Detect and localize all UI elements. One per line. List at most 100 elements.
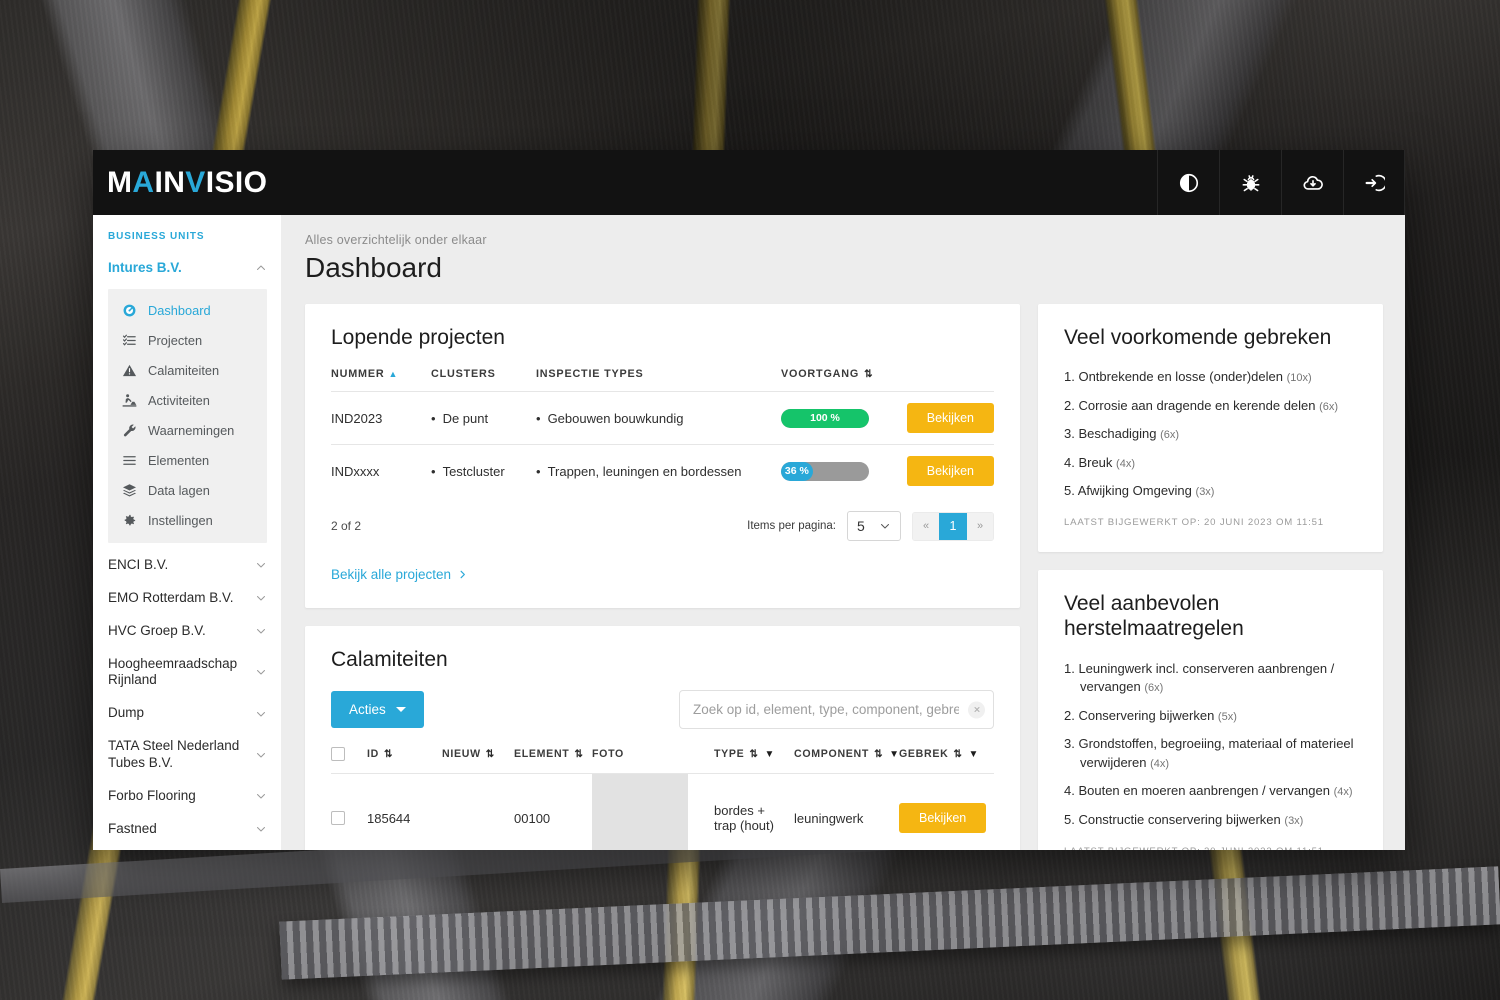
business-unit-item[interactable]: HVC Groep B.V. xyxy=(93,615,281,648)
defect-count: (6x) xyxy=(1319,400,1339,413)
cell-action: Bekijken xyxy=(884,445,994,498)
col-header-gebrek[interactable]: GEBREK ⇅ ▼ xyxy=(899,747,994,774)
view-calamiteit-button[interactable]: Bekijken xyxy=(899,803,987,833)
filter-icon[interactable]: ▼ xyxy=(969,749,980,760)
photo-thumbnail[interactable] xyxy=(592,774,688,850)
table-row[interactable]: 185644 00100 bordes + trap (hout) leunin… xyxy=(331,773,994,851)
top-bar-actions xyxy=(1157,150,1405,215)
common-defects-list: 1. Ontbrekende en losse (onder)delen (10… xyxy=(1064,368,1357,501)
sidebar-item-label: Projecten xyxy=(148,333,203,349)
cluster-label: De punt xyxy=(431,411,488,426)
cell-nummer: IND2023 xyxy=(331,410,383,426)
business-unit-item[interactable]: PWN xyxy=(93,846,281,850)
prev-page-button[interactable]: « xyxy=(913,512,939,540)
col-header-actions xyxy=(884,368,994,392)
download-button[interactable] xyxy=(1281,150,1343,215)
table-row[interactable]: IND2023 De punt Gebouwen bouwkundig 100 … xyxy=(331,391,994,445)
chevron-down-icon xyxy=(255,749,267,761)
sidebar-item-calamiteiten[interactable]: Calamiteiten xyxy=(108,356,267,386)
business-unit-item[interactable]: Fastned xyxy=(93,813,281,846)
last-updated-label: LAATST BIJGEWERKT OP: 20 JUNI 2023 OM 11… xyxy=(1064,517,1324,529)
col-label: ELEMENT xyxy=(514,748,570,760)
sidebar-item-data-lagen[interactable]: Data lagen xyxy=(108,476,267,506)
business-unit-item[interactable]: Hoogheemraadschap Rijnland xyxy=(93,648,281,698)
chevron-down-icon xyxy=(255,823,267,835)
view-project-button[interactable]: Bekijken xyxy=(906,456,994,486)
measure-text: 5. Constructie conservering bijwerken xyxy=(1064,811,1281,827)
col-header-nieuw[interactable]: NIEUW ⇅ xyxy=(442,747,514,774)
sidebar-nav-group: Dashboard Projecten Calamiteiten Activit… xyxy=(108,288,267,543)
col-header-inspectie-types[interactable]: INSPECTIE TYPES xyxy=(536,368,781,392)
sidebar-item-waarnemingen[interactable]: Waarnemingen xyxy=(108,416,267,446)
layers-icon xyxy=(122,483,137,498)
business-unit-item[interactable]: TATA Steel Nederland Tubes B.V. xyxy=(93,730,281,780)
measure-count: (4x) xyxy=(1333,786,1353,799)
next-page-button[interactable]: » xyxy=(967,512,993,540)
business-unit-item[interactable]: EMO Rotterdam B.V. xyxy=(93,582,281,615)
sidebar-item-label: Dashboard xyxy=(148,303,211,319)
col-label: INSPECTIE TYPES xyxy=(536,368,644,380)
progress-fill: 36 % xyxy=(781,461,813,481)
view-all-projects-link[interactable]: Bekijk alle projecten xyxy=(331,567,468,582)
business-unit-label: Forbo Flooring xyxy=(108,787,196,803)
col-header-nummer[interactable]: NUMMER ▲ xyxy=(331,368,431,392)
row-checkbox[interactable] xyxy=(331,811,345,825)
cell-gebrek-action: Bekijken xyxy=(899,774,994,851)
sidebar-item-dashboard[interactable]: Dashboard xyxy=(108,296,267,326)
business-unit-item[interactable]: Forbo Flooring xyxy=(93,780,281,813)
sidebar: BUSINESS UNITS Intures B.V. Dashboard Pr… xyxy=(93,215,281,850)
view-all-projects-label: Bekijk alle projecten xyxy=(331,567,452,582)
page-number-button[interactable]: 1 xyxy=(939,512,967,540)
contrast-toggle-button[interactable] xyxy=(1157,150,1219,215)
col-label: ID xyxy=(367,748,379,760)
measure-count: (3x) xyxy=(1284,814,1304,827)
search-input[interactable] xyxy=(679,690,994,729)
cell-component: leuningwerk xyxy=(794,810,864,826)
sidebar-item-instellingen[interactable]: Instellingen xyxy=(108,506,267,536)
chevron-down-icon xyxy=(255,790,267,802)
col-header-type[interactable]: TYPE ⇅ ▼ xyxy=(714,747,794,774)
col-header-id[interactable]: ID ⇅ xyxy=(367,747,442,774)
col-header-element[interactable]: ELEMENT ⇅ xyxy=(514,747,592,774)
col-label: NUMMER xyxy=(331,368,385,380)
chevron-down-icon xyxy=(255,625,267,637)
main-content: Alles overzichtelijk onder elkaar Dashbo… xyxy=(281,215,1405,850)
projects-header-row: NUMMER ▲ CLUSTERS INSPECTIE TYPES VOORTGA… xyxy=(331,368,994,392)
filter-icon[interactable]: ▼ xyxy=(765,749,776,760)
business-unit-item[interactable]: ENCI B.V. xyxy=(93,549,281,582)
cell-voortgang: 100 % xyxy=(781,392,884,445)
sidebar-item-label: Activiteiten xyxy=(148,393,210,409)
sort-both-icon: ⇅ xyxy=(749,749,759,760)
cloud-download-icon xyxy=(1302,172,1324,194)
col-header-component[interactable]: COMPONENT ⇅ ▼ xyxy=(794,747,899,774)
items-per-page-select[interactable]: 5 xyxy=(847,511,901,541)
col-header-select-all xyxy=(331,747,367,774)
report-bug-button[interactable] xyxy=(1219,150,1281,215)
cell-select xyxy=(331,774,367,851)
col-header-clusters[interactable]: CLUSTERS xyxy=(431,368,536,392)
progress-label: 100 % xyxy=(810,412,840,424)
select-all-checkbox[interactable] xyxy=(331,747,345,761)
table-row[interactable]: INDxxxx Testcluster Trappen, leuningen e… xyxy=(331,444,994,498)
sidebar-item-elementen[interactable]: Elementen xyxy=(108,446,267,476)
logout-button[interactable] xyxy=(1343,150,1405,215)
business-unit-label: TATA Steel Nederland Tubes B.V. xyxy=(108,738,240,770)
sidebar-item-activiteiten[interactable]: Activiteiten xyxy=(108,386,267,416)
acties-dropdown-button[interactable]: Acties xyxy=(331,691,424,728)
list-item: 4. Breuk (4x) xyxy=(1064,454,1357,473)
col-label: COMPONENT xyxy=(794,748,870,760)
list-check-icon xyxy=(122,333,137,348)
cell-type: bordes + trap (hout) xyxy=(714,803,774,833)
business-unit-item[interactable]: Dump xyxy=(93,697,281,730)
view-project-button[interactable]: Bekijken xyxy=(906,403,994,433)
items-per-page-label: Items per pagina: xyxy=(747,520,836,532)
business-unit-intures[interactable]: Intures B.V. xyxy=(93,252,281,285)
app-logo[interactable]: MAINVISIO xyxy=(107,167,267,198)
wrench-icon xyxy=(122,423,137,438)
sidebar-item-projecten[interactable]: Projecten xyxy=(108,326,267,356)
col-header-voortgang[interactable]: VOORTGANG ⇅ xyxy=(781,368,884,392)
right-column: Veel voorkomende gebreken 1. Ontbrekende… xyxy=(1038,304,1383,850)
chevron-down-icon xyxy=(255,592,267,604)
clear-search-icon[interactable] xyxy=(968,701,985,718)
chevron-down-icon xyxy=(255,708,267,720)
